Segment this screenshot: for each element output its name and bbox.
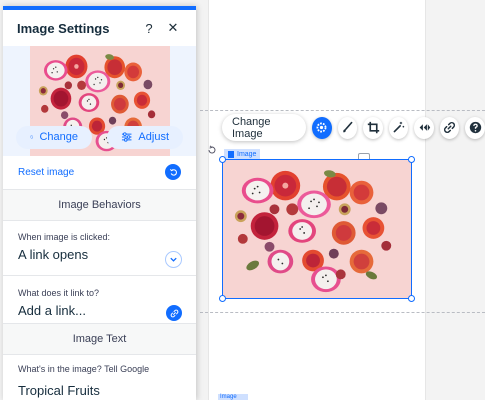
crop-icon[interactable] [363, 116, 383, 139]
click-behavior-value[interactable]: A link opens [18, 247, 181, 262]
click-behavior-label: When image is clicked: [18, 232, 111, 242]
resize-handle-bottom-right[interactable] [408, 295, 415, 302]
adjust-label: Adjust [138, 131, 169, 143]
link-icon[interactable] [439, 116, 460, 139]
tropical-fruits-image [223, 160, 411, 298]
preview-actions: Change Adjust [3, 118, 196, 156]
settings-icon[interactable] [312, 116, 332, 139]
reset-icon[interactable] [165, 164, 181, 180]
magic-wand-icon[interactable] [388, 116, 409, 139]
selected-element-label: Image [237, 150, 257, 158]
adjust-button[interactable]: Adjust [107, 125, 183, 149]
refresh-icon [30, 135, 34, 139]
change-button[interactable]: Change [16, 125, 92, 149]
alt-text-label: What's in the image? Tell Google [18, 364, 150, 374]
link-target-value[interactable]: Add a link... [18, 303, 181, 318]
rotate-icon[interactable] [207, 145, 217, 155]
change-image-button[interactable]: Change Image [222, 114, 307, 141]
image-settings-panel: Image Settings ? ✕ Change Adjust Reset i… [3, 6, 196, 400]
section-guide-top [200, 110, 485, 111]
close-icon[interactable]: ✕ [164, 19, 182, 37]
reset-image-link[interactable]: Reset image [18, 167, 165, 178]
resize-handle-top-right[interactable] [408, 156, 415, 163]
image-text-header: Image Text [3, 323, 196, 355]
alt-text-field: What's in the image? Tell Google Tropica… [3, 358, 196, 400]
brush-icon[interactable] [337, 116, 358, 139]
resize-handle-bottom-left[interactable] [219, 295, 226, 302]
panel-header: Image Settings ? ✕ [3, 10, 196, 46]
chevron-down-icon[interactable] [165, 251, 182, 268]
click-behavior-field: When image is clicked: A link opens [3, 224, 196, 276]
help-icon[interactable] [465, 116, 485, 139]
resize-handle-top-left[interactable] [219, 156, 226, 163]
image-element-icon [228, 150, 234, 158]
reset-image-row: Reset image [3, 156, 196, 188]
link-target-label: What does it link to? [18, 288, 100, 298]
section-guide-bottom [200, 312, 485, 313]
image-toolbar: Change Image [222, 114, 485, 141]
selected-element-tag: Image [224, 149, 261, 159]
change-label: Change [39, 131, 78, 143]
sliders-icon [121, 132, 132, 142]
panel-title: Image Settings [17, 20, 110, 36]
bottom-element-tag: Image [218, 394, 248, 400]
alt-text-input[interactable]: Tropical Fruits [18, 383, 181, 398]
image-preview: Change Adjust [3, 46, 196, 156]
link-target-field: What does it link to? Add a link... [3, 283, 196, 323]
selected-image[interactable] [219, 156, 415, 302]
image-behaviors-header: Image Behaviors [3, 189, 196, 221]
help-icon[interactable]: ? [140, 19, 158, 37]
link-icon[interactable] [166, 305, 182, 321]
animation-icon[interactable] [414, 116, 434, 139]
